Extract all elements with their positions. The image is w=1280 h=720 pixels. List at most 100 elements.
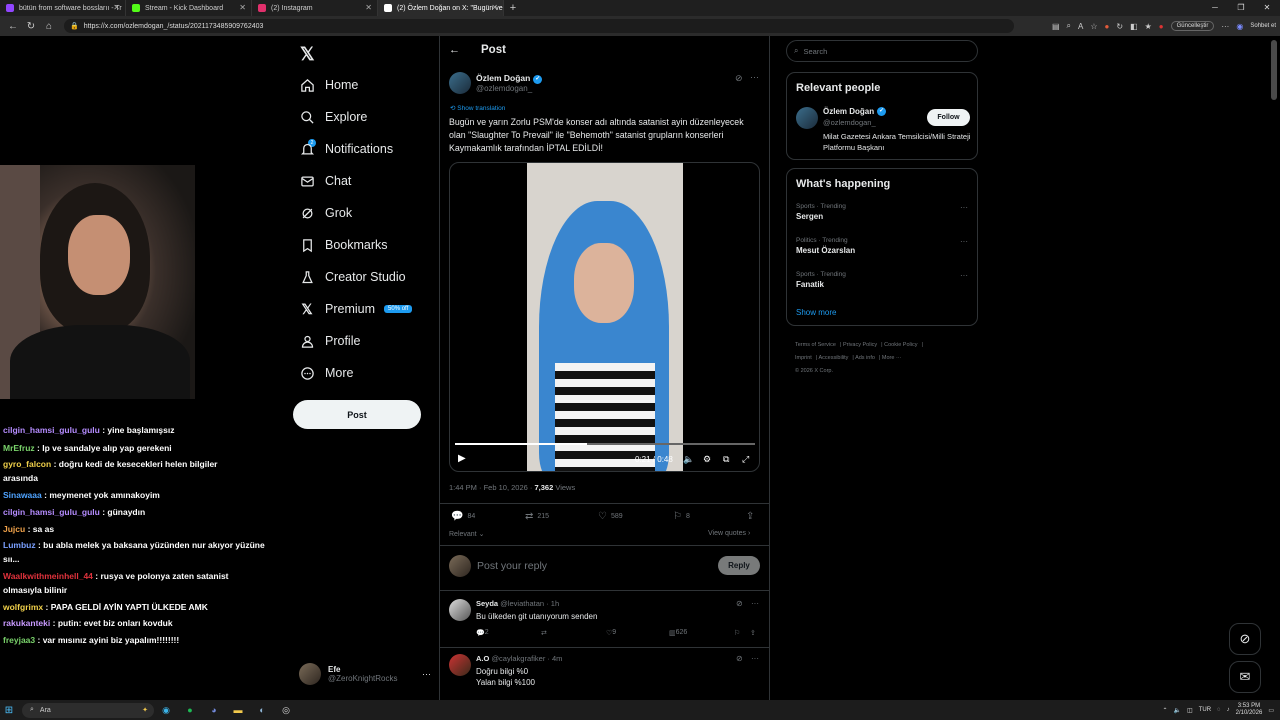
trend-item[interactable]: Politics · Trending Mesut Özarslan ··· [796,237,974,255]
close-icon[interactable]: ✕ [113,3,120,12]
share-icon[interactable]: ⇪ [750,629,756,637]
edge-icon[interactable]: ◉ [154,705,178,716]
close-icon[interactable]: ✕ [239,3,246,12]
reader-icon[interactable]: ▤ [1052,22,1060,31]
footer-link[interactable]: Terms of Service [795,342,836,348]
more-dots-icon[interactable]: ··· [750,72,759,82]
trend-item[interactable]: Sports · Trending Sergen ··· [796,203,974,221]
bookmark-action[interactable]: ⚐ 8 [673,511,690,522]
nav-item-notifications[interactable]: Notifications [299,138,393,160]
heart-icon[interactable]: ♡ 9 [606,629,616,637]
video-player[interactable]: ▶ 0:21 / 0:48 🔈 ⚙ ⧉ ⤢ [449,162,760,472]
nav-item-grok[interactable]: Grok [299,202,352,224]
more-dots-icon[interactable]: ··· [960,203,968,212]
show-more-link[interactable]: Show more [796,308,836,317]
nav-item-profile[interactable]: Profile [299,330,360,352]
spotify-icon[interactable]: ● [178,705,202,715]
reply-input[interactable]: Post your reply [477,560,547,572]
refresh-ext-icon[interactable]: ↻ [1116,22,1123,31]
x-logo-icon[interactable]: 𝕏 [300,44,315,65]
avatar[interactable] [449,654,471,676]
share-action[interactable]: ⇪ [746,511,758,522]
language-indicator[interactable]: TUR [1199,707,1211,713]
steam-icon[interactable]: ◐ [250,705,274,715]
more-dots-icon[interactable]: ··· [751,599,759,608]
reply-author-name[interactable]: A.O [476,654,489,663]
grok-icon[interactable]: ⊘ [736,654,743,663]
favorites-icon[interactable]: ★ [1145,22,1152,31]
settings-gear-icon[interactable]: ⚙ [703,454,711,465]
obs-icon[interactable]: ◎ [274,705,298,716]
menu-dots-icon[interactable]: ··· [1221,22,1229,31]
like-action[interactable]: ♡ 589 [598,511,623,522]
reply-button[interactable]: Reply [718,556,760,575]
account-switcher[interactable]: Efe @ZeroKnightRocks ··· [299,660,431,688]
reply-action[interactable]: 💬 84 [451,511,475,522]
footer-link[interactable]: Accessibility [818,355,848,361]
nav-item-chat[interactable]: Chat [299,170,351,192]
footer-link[interactable]: Privacy Policy [843,342,877,348]
footer-link[interactable]: Imprint [795,355,812,361]
play-icon[interactable]: ▶ [458,453,466,464]
scrollbar[interactable] [1271,40,1277,100]
nav-item-bookmarks[interactable]: Bookmarks [299,234,388,256]
profile-icon[interactable]: ● [1159,22,1164,31]
url-field[interactable]: 🔒 https://x.com/ozlemdogan_/status/202117… [64,19,1014,33]
repost-icon[interactable]: ⇄ [541,629,547,637]
volume-icon[interactable]: 🔈 [683,454,694,465]
sort-replies-dropdown[interactable]: Relevant ⌄ [449,530,484,538]
file-explorer-icon[interactable]: ▬ [226,705,250,715]
footer-link[interactable]: More ··· [882,355,902,361]
reload-icon[interactable]: ↻ [22,21,40,32]
close-window-icon[interactable]: ✕ [1254,0,1280,16]
fullscreen-icon[interactable]: ⤢ [742,454,749,465]
avatar[interactable] [449,599,471,621]
back-icon[interactable]: ← [4,21,22,32]
discord-icon[interactable]: ◕ [202,705,226,715]
footer-link[interactable]: Cookie Policy [884,342,917,348]
more-dots-icon[interactable]: ··· [960,271,968,280]
search-input[interactable]: ⌕ Search [786,40,978,62]
chevron-up-icon[interactable]: ⌃ [1163,707,1168,714]
more-dots-icon[interactable]: ··· [960,237,968,246]
update-button[interactable]: Güncelleştir [1170,21,1215,31]
author-handle[interactable]: @ozlemdogan_ [476,84,542,93]
minimize-icon[interactable]: ─ [1202,0,1228,16]
zoom-icon[interactable]: ⌕ [1067,21,1071,31]
avatar[interactable] [449,72,471,94]
footer-link[interactable]: Ads info [855,355,875,361]
grok-fab-button[interactable]: ⊘ [1229,623,1261,655]
chat-button[interactable]: Sohbet et [1250,23,1276,29]
puzzle-icon[interactable]: ◧ [1130,22,1138,31]
messages-fab-button[interactable]: ✉ [1229,661,1261,693]
grok-icon[interactable]: ⊘ [735,73,743,84]
favorite-star-icon[interactable]: ☆ [1090,22,1097,31]
person-name[interactable]: Özlem Doğan [823,107,874,116]
nav-item-explore[interactable]: Explore [299,106,367,128]
avatar[interactable] [796,107,818,129]
post-timestamp[interactable]: 1:44 PM · Feb 10, 2026 · [449,483,534,492]
reply-icon[interactable]: 💬 2 [476,629,489,637]
reply-author-name[interactable]: Seyda [476,599,498,608]
notification-bell-icon[interactable]: ▭ [1268,707,1274,714]
follow-button[interactable]: Follow [927,109,970,126]
person-handle[interactable]: @ozlemdogan_ [823,118,876,127]
more-dots-icon[interactable]: ··· [422,669,431,679]
more-dots-icon[interactable]: ··· [751,654,759,663]
browser-tab[interactable]: Stream - Kick Dashboard ✕ [126,0,252,16]
nav-item-more[interactable]: More [299,362,353,384]
close-icon[interactable]: ✕ [365,3,372,12]
nav-item-creator-studio[interactable]: Creator Studio [299,266,406,288]
clock[interactable]: 3:53 PM 2/10/2026 [1236,703,1263,717]
bookmark-icon[interactable]: ⚐ [734,629,740,637]
video-progress-bar[interactable] [455,443,755,445]
wifi-icon[interactable]: ◌ [1217,707,1221,713]
close-icon[interactable]: ✕ [491,3,498,12]
read-aloud-icon[interactable]: A [1078,22,1083,31]
show-translation-link[interactable]: ⟲ Show translation [450,104,505,112]
views-icon[interactable]: ▥ 626 [669,629,687,637]
view-quotes-link[interactable]: View quotes › [708,530,750,537]
extension-icon[interactable]: ● [1105,22,1110,31]
repost-action[interactable]: ⇄ 215 [525,511,549,522]
nav-item-premium[interactable]: 𝕏 Premium 50% off [299,298,413,320]
